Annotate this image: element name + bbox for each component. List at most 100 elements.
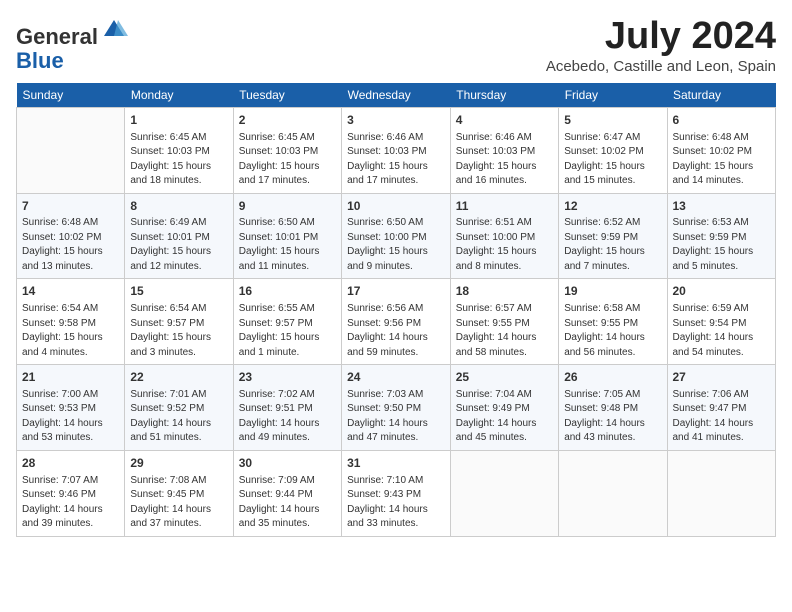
day-number: 6 <box>673 112 771 129</box>
sunrise-label: Sunrise: 7:03 AM <box>347 389 423 400</box>
sunset-label: Sunset: 10:01 PM <box>239 232 319 243</box>
sunset-label: Sunset: 9:48 PM <box>564 403 638 414</box>
sunrise-label: Sunrise: 6:50 AM <box>239 217 315 228</box>
day-number: 13 <box>673 198 771 215</box>
sunrise-label: Sunrise: 6:49 AM <box>130 217 206 228</box>
day-info: Sunrise: 6:52 AMSunset: 9:59 PMDaylight:… <box>564 216 661 274</box>
sunset-label: Sunset: 9:55 PM <box>456 318 530 329</box>
day-info: Sunrise: 7:07 AMSunset: 9:46 PMDaylight:… <box>22 474 119 532</box>
daylight-label: Daylight: 15 hours and 15 minutes. <box>564 161 645 187</box>
daylight-label: Daylight: 14 hours and 49 minutes. <box>239 418 320 444</box>
sunset-label: Sunset: 10:00 PM <box>347 232 427 243</box>
table-row: 13Sunrise: 6:53 AMSunset: 9:59 PMDayligh… <box>667 193 776 279</box>
daylight-label: Daylight: 15 hours and 3 minutes. <box>130 332 211 358</box>
sunset-label: Sunset: 10:02 PM <box>564 146 644 157</box>
sunset-label: Sunset: 9:49 PM <box>456 403 530 414</box>
day-number: 24 <box>347 369 445 386</box>
daylight-label: Daylight: 15 hours and 16 minutes. <box>456 161 537 187</box>
daylight-label: Daylight: 14 hours and 45 minutes. <box>456 418 537 444</box>
day-number: 28 <box>22 455 119 472</box>
sunset-label: Sunset: 9:45 PM <box>130 489 204 500</box>
day-info: Sunrise: 7:09 AMSunset: 9:44 PMDaylight:… <box>239 474 336 532</box>
sunset-label: Sunset: 9:51 PM <box>239 403 313 414</box>
table-row: 12Sunrise: 6:52 AMSunset: 9:59 PMDayligh… <box>559 193 667 279</box>
day-number: 4 <box>456 112 553 129</box>
table-row: 28 Sunrise: 7:07 AMSunset: 9:46 PMDayligh… <box>17 450 125 536</box>
sunset-label: Sunset: 9:59 PM <box>673 232 747 243</box>
day-number: 2 <box>239 112 336 129</box>
table-row: 2Sunrise: 6:45 AMSunset: 10:03 PMDayligh… <box>233 107 341 193</box>
day-number: 29 <box>130 455 227 472</box>
day-number: 19 <box>564 283 661 300</box>
table-row: 7Sunrise: 6:48 AMSunset: 10:02 PMDayligh… <box>17 193 125 279</box>
sunset-label: Sunset: 9:56 PM <box>347 318 421 329</box>
sunrise-label: Sunrise: 7:10 AM <box>347 475 423 486</box>
title-block: July 2024 Acebedo, Castille and Leon, Sp… <box>546 16 776 75</box>
daylight-label: Daylight: 15 hours and 8 minutes. <box>456 246 537 272</box>
day-number: 12 <box>564 198 661 215</box>
header-row: Sunday Monday Tuesday Wednesday Thursday… <box>17 83 776 108</box>
daylight-label: Daylight: 14 hours and 54 minutes. <box>673 332 754 358</box>
daylight-label: Daylight: 14 hours and 53 minutes. <box>22 418 103 444</box>
sunrise-label: Sunrise: 6:46 AM <box>456 132 532 143</box>
day-info: Sunrise: 6:49 AMSunset: 10:01 PMDaylight… <box>130 216 227 274</box>
col-monday: Monday <box>125 83 233 108</box>
sunrise-label: Sunrise: 7:01 AM <box>130 389 206 400</box>
sunrise-label: Sunrise: 7:04 AM <box>456 389 532 400</box>
daylight-label: Daylight: 14 hours and 58 minutes. <box>456 332 537 358</box>
calendar-week-row: 1Sunrise: 6:45 AMSunset: 10:03 PMDayligh… <box>17 107 776 193</box>
day-info: Sunrise: 6:50 AM Sunset: 10:01 PM Daylight… <box>239 216 336 274</box>
location: Acebedo, Castille and Leon, Spain <box>546 58 776 75</box>
sunset-label: Sunset: 9:44 PM <box>239 489 313 500</box>
table-row: 25Sunrise: 7:04 AMSunset: 9:49 PMDayligh… <box>450 365 558 451</box>
sunset-label: Sunset: 9:57 PM <box>130 318 204 329</box>
day-number: 16 <box>239 283 336 300</box>
month-title: July 2024 <box>546 16 776 58</box>
sunrise-label: Sunrise: 7:00 AM <box>22 389 98 400</box>
daylight-label: Daylight: 14 hours and 56 minutes. <box>564 332 645 358</box>
sunrise-label: Sunrise: 6:55 AM <box>239 303 315 314</box>
day-number: 27 <box>673 369 771 386</box>
day-info: Sunrise: 7:10 AMSunset: 9:43 PMDaylight:… <box>347 474 445 532</box>
day-info: Sunrise: 7:00 AMSunset: 9:53 PMDaylight:… <box>22 388 119 446</box>
col-sunday: Sunday <box>17 83 125 108</box>
table-row: 11Sunrise: 6:51 AMSunset: 10:00 PMDaylig… <box>450 193 558 279</box>
day-info: Sunrise: 6:48 AMSunset: 10:02 PMDaylight… <box>673 131 771 189</box>
day-info: Sunrise: 6:50 AMSunset: 10:00 PMDaylight… <box>347 216 445 274</box>
table-row: 24Sunrise: 7:03 AMSunset: 9:50 PMDayligh… <box>342 365 451 451</box>
daylight-label: Daylight: 15 hours and 12 minutes. <box>130 246 211 272</box>
col-friday: Friday <box>559 83 667 108</box>
daylight-label: Daylight: 14 hours and 41 minutes. <box>673 418 754 444</box>
day-info: Sunrise: 6:56 AMSunset: 9:56 PMDaylight:… <box>347 302 445 360</box>
table-row: 3Sunrise: 6:46 AMSunset: 10:03 PMDayligh… <box>342 107 451 193</box>
day-number: 10 <box>347 198 445 215</box>
daylight-label: Daylight: 15 hours and 11 minutes. <box>239 246 320 272</box>
sunrise-label: Sunrise: 6:57 AM <box>456 303 532 314</box>
day-info: Sunrise: 6:45 AMSunset: 10:03 PMDaylight… <box>130 131 227 189</box>
day-info: Sunrise: 7:04 AM Sunset: 9:49 PM Daylight:… <box>456 388 553 446</box>
col-wednesday: Wednesday <box>342 83 451 108</box>
day-info: Sunrise: 6:54 AMSunset: 9:58 PMDaylight:… <box>22 302 119 360</box>
calendar-table: Sunday Monday Tuesday Wednesday Thursday… <box>16 83 776 537</box>
day-number: 23 <box>239 369 336 386</box>
day-number: 22 <box>130 369 227 386</box>
day-number: 3 <box>347 112 445 129</box>
table-row: 27Sunrise: 7:06 AMSunset: 9:47 PMDayligh… <box>667 365 776 451</box>
day-number: 18 <box>456 283 553 300</box>
daylight-label: Daylight: 14 hours and 35 minutes. <box>239 504 320 530</box>
sunset-label: Sunset: 10:03 PM <box>456 146 536 157</box>
sunset-label: Sunset: 10:02 PM <box>22 232 102 243</box>
table-row <box>559 450 667 536</box>
logo-general: General <box>16 24 98 49</box>
day-info: Sunrise: 6:58 AMSunset: 9:55 PMDaylight:… <box>564 302 661 360</box>
daylight-label: Daylight: 15 hours and 1 minute. <box>239 332 320 358</box>
day-info: Sunrise: 6:53 AMSunset: 9:59 PMDaylight:… <box>673 216 771 274</box>
sunset-label: Sunset: 9:59 PM <box>564 232 638 243</box>
daylight-label: Daylight: 15 hours and 5 minutes. <box>673 246 754 272</box>
sunset-label: Sunset: 9:50 PM <box>347 403 421 414</box>
day-number: 5 <box>564 112 661 129</box>
sunrise-label: Sunrise: 6:58 AM <box>564 303 640 314</box>
daylight-label: Daylight: 14 hours and 43 minutes. <box>564 418 645 444</box>
daylight-label: Daylight: 15 hours and 9 minutes. <box>347 246 428 272</box>
table-row: 21Sunrise: 7:00 AMSunset: 9:53 PMDayligh… <box>17 365 125 451</box>
